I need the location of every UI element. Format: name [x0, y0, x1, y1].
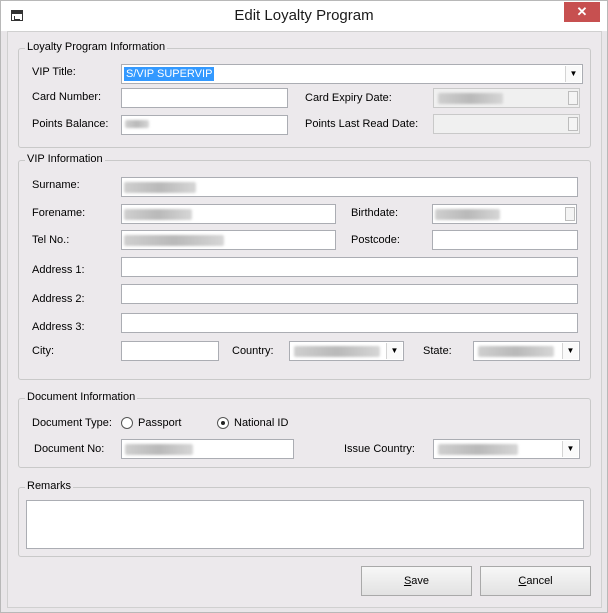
remarks-textarea[interactable]: [26, 500, 584, 549]
passport-radio[interactable]: [121, 417, 133, 429]
document-information-legend: Document Information: [25, 391, 138, 403]
chevron-down-icon[interactable]: ▼: [386, 343, 402, 359]
redacted-issue-country: [438, 444, 518, 455]
redacted-forename: [124, 209, 192, 220]
address1-input[interactable]: [121, 257, 578, 277]
date-spinner: [568, 91, 578, 105]
vip-title-value: S/VIP SUPERVIP: [124, 67, 215, 81]
title-bar: Edit Loyalty Program ✕: [1, 1, 607, 31]
address3-input[interactable]: [121, 313, 578, 333]
points-balance-label: Points Balance:: [32, 118, 109, 130]
redacted-tel: [124, 235, 224, 246]
date-spinner: [568, 117, 578, 131]
passport-radio-label[interactable]: Passport: [138, 417, 181, 429]
birthdate-label: Birthdate:: [351, 207, 399, 219]
date-spinner[interactable]: [565, 207, 575, 221]
postcode-label: Postcode:: [351, 234, 400, 246]
redacted-state: [478, 346, 554, 357]
chevron-down-icon[interactable]: ▼: [562, 441, 578, 457]
card-expiry-date-field: [433, 88, 580, 108]
document-no-input[interactable]: [121, 439, 294, 459]
redacted-document-no: [125, 444, 193, 455]
surname-label: Surname:: [32, 179, 80, 191]
card-number-input[interactable]: [121, 88, 288, 108]
edit-loyalty-window: Edit Loyalty Program ✕ Loyalty Program I…: [0, 0, 608, 613]
points-balance-input[interactable]: [121, 115, 288, 135]
address2-label: Address 2:: [32, 293, 85, 305]
postcode-input[interactable]: [432, 230, 578, 250]
window-title: Edit Loyalty Program: [234, 7, 374, 24]
tel-no-input[interactable]: [121, 230, 336, 250]
vip-title-label: VIP Title:: [32, 66, 76, 78]
cancel-label-rest: ancel: [526, 575, 553, 587]
forename-input[interactable]: [121, 204, 336, 224]
address1-label: Address 1:: [32, 264, 85, 276]
card-expiry-label: Card Expiry Date:: [305, 92, 392, 104]
redacted-birthdate: [435, 209, 500, 220]
national-id-radio-label[interactable]: National ID: [234, 417, 288, 429]
vip-title-select[interactable]: S/VIP SUPERVIP ▼: [121, 64, 583, 84]
redacted-surname: [124, 182, 196, 193]
vip-information-legend: VIP Information: [25, 153, 105, 165]
issue-country-select[interactable]: ▼: [433, 439, 580, 459]
surname-input[interactable]: [121, 177, 578, 197]
chevron-down-icon[interactable]: ▼: [562, 343, 578, 359]
national-id-radio[interactable]: [217, 417, 229, 429]
points-last-read-date-field: [433, 114, 580, 134]
tel-no-label: Tel No.:: [32, 234, 70, 246]
redacted-expiry: [438, 93, 503, 104]
city-label: City:: [32, 345, 54, 357]
document-type-label: Document Type:: [32, 417, 112, 429]
chevron-down-icon[interactable]: ▼: [565, 66, 581, 82]
address2-input[interactable]: [121, 284, 578, 304]
state-select[interactable]: ▼: [473, 341, 580, 361]
points-last-read-label: Points Last Read Date:: [305, 118, 419, 130]
birthdate-field[interactable]: [432, 204, 577, 224]
save-label-rest: ave: [411, 575, 430, 587]
city-input[interactable]: [121, 341, 219, 361]
document-no-label: Document No:: [34, 443, 105, 455]
redacted-country: [294, 346, 380, 357]
save-button[interactable]: Save: [361, 566, 472, 596]
country-select[interactable]: ▼: [289, 341, 404, 361]
country-label: Country:: [232, 345, 274, 357]
redacted-points: [125, 120, 149, 128]
issue-country-label: Issue Country:: [344, 443, 415, 455]
card-number-label: Card Number:: [32, 91, 102, 103]
state-label: State:: [423, 345, 452, 357]
cancel-button[interactable]: Cancel: [480, 566, 591, 596]
address3-label: Address 3:: [32, 321, 85, 333]
remarks-legend: Remarks: [25, 480, 74, 492]
close-button[interactable]: ✕: [564, 2, 600, 22]
loyalty-program-legend: Loyalty Program Information: [25, 41, 168, 53]
forename-label: Forename:: [32, 207, 86, 219]
dialog-body: Loyalty Program Information VIP Title: S…: [7, 31, 602, 608]
